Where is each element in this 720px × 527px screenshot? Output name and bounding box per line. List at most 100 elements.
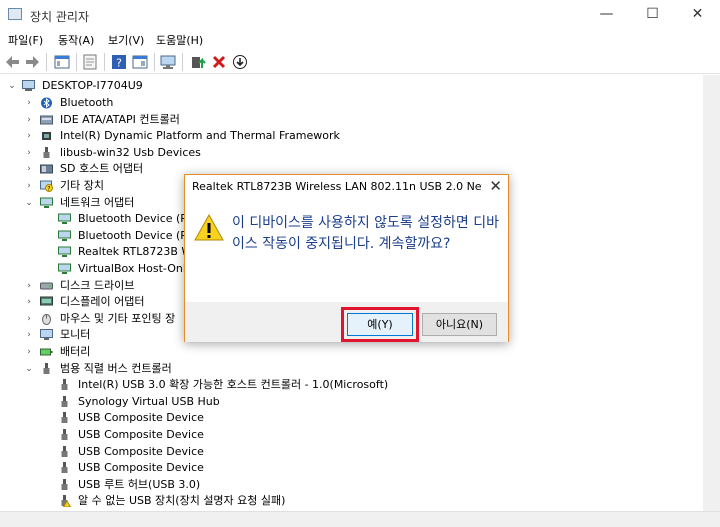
title-bar: 장치 관리자 — ☐ ✕: [0, 0, 720, 30]
usb-icon: [61, 395, 68, 407]
tree-item[interactable]: Intel(R) USB 3.0 확장 가능한 호스트 컨트롤러 - 1.0(M…: [0, 377, 700, 393]
menu-view[interactable]: 보기(V): [108, 32, 144, 48]
tree-item-label: USB Composite Device: [78, 461, 204, 475]
tree-item[interactable]: › libusb-win32 Usb Devices: [0, 145, 700, 161]
tree-item-label: IDE ATA/ATAPI 컨트롤러: [60, 112, 180, 126]
usb-icon: [43, 146, 50, 158]
expand-chevron-icon[interactable]: ›: [24, 95, 34, 111]
tree-item[interactable]: USB Composite Device: [0, 427, 700, 443]
update-driver-icon[interactable]: [190, 54, 206, 70]
tree-item[interactable]: USB 루트 허브(USB 3.0): [0, 477, 700, 493]
dialog-message: 이 디바이스를 사용하지 않도록 설정하면 디바이스 작동이 중지됩니다. 계속…: [232, 215, 499, 252]
sd-card-icon: [40, 164, 53, 174]
dialog-button-bar: 예(Y) 아니요(N): [185, 302, 508, 342]
tree-item[interactable]: › IDE ATA/ATAPI 컨트롤러: [0, 112, 700, 128]
minimize-button[interactable]: —: [584, 0, 629, 30]
horizontal-scrollbar[interactable]: [0, 511, 720, 527]
toolbar-separator: [154, 53, 155, 71]
scan-hardware-icon[interactable]: [160, 54, 176, 70]
battery-icon: [40, 348, 53, 356]
tree-item-label: Intel(R) USB 3.0 확장 가능한 호스트 컨트롤러 - 1.0(M…: [78, 378, 389, 392]
tree-item-label: 배터리: [60, 345, 91, 358]
network-adapter-icon: [58, 246, 71, 258]
tree-item-label: SD 호스트 어댑터: [60, 162, 144, 176]
disable-device-dialog: Realtek RTL8723B Wireless LAN 802.11n US…: [184, 174, 509, 342]
expand-chevron-icon[interactable]: ›: [24, 178, 34, 194]
collapse-chevron-icon[interactable]: ⌄: [7, 78, 17, 94]
uninstall-device-icon[interactable]: [211, 54, 227, 70]
warning-icon: [194, 213, 224, 241]
expand-chevron-icon[interactable]: ›: [24, 344, 34, 360]
dialog-title: Realtek RTL8723B Wireless LAN 802.11n US…: [192, 180, 482, 193]
tree-item-label: Bluetooth: [60, 96, 114, 109]
menu-help[interactable]: 도움말(H): [156, 32, 203, 48]
tree-item[interactable]: USB Composite Device: [0, 444, 700, 460]
network-adapter-icon: [58, 263, 71, 274]
tree-item-label: libusb-win32 Usb Devices: [60, 145, 201, 159]
dialog-close-button[interactable]: ✕: [489, 177, 502, 195]
forward-arrow-icon[interactable]: [24, 54, 40, 70]
disable-device-icon[interactable]: [232, 54, 248, 70]
chip-icon: [42, 132, 51, 141]
tree-root[interactable]: ⌄ DESKTOP-I7704U9: [0, 78, 700, 94]
expand-chevron-icon[interactable]: ›: [24, 294, 34, 310]
tree-item-label: 디스플레이 어댑터: [60, 295, 145, 309]
expand-chevron-icon[interactable]: ›: [24, 161, 34, 177]
tree-item[interactable]: Synology Virtual USB Hub: [0, 394, 700, 410]
network-adapter-icon: [58, 213, 71, 225]
expand-chevron-icon[interactable]: ›: [24, 145, 34, 161]
yes-button[interactable]: 예(Y): [347, 313, 413, 336]
menu-action[interactable]: 동작(A): [58, 32, 94, 48]
collapse-chevron-icon[interactable]: ⌄: [24, 195, 34, 211]
usb-icon: [61, 462, 68, 474]
maximize-button[interactable]: ☐: [630, 0, 675, 30]
tree-item-label: USB Composite Device: [78, 444, 204, 458]
menu-file[interactable]: 파일(F): [8, 32, 43, 48]
tree-item-label: 마우스 및 기타 포인팅 장: [60, 311, 176, 325]
expand-chevron-icon[interactable]: ›: [24, 112, 34, 128]
close-button[interactable]: ✕: [675, 0, 720, 30]
tree-item[interactable]: 알 수 없는 USB 장치(장치 설명자 요청 실패): [0, 493, 700, 509]
svg-text:?: ?: [116, 57, 122, 70]
tree-item[interactable]: › Bluetooth: [0, 95, 700, 111]
tree-item[interactable]: USB Composite Device: [0, 410, 700, 426]
network-icon: [40, 197, 53, 208]
expand-chevron-icon[interactable]: ›: [24, 278, 34, 294]
device-manager-icon: [8, 8, 22, 20]
tree-item[interactable]: USB Composite Device: [0, 460, 700, 476]
tree-item-label: 범용 직렬 버스 컨트롤러: [60, 361, 172, 375]
action-pane-icon[interactable]: [132, 54, 148, 70]
tree-item-label: USB 루트 허브(USB 3.0): [78, 477, 201, 491]
show-hide-console-tree-icon[interactable]: [54, 54, 70, 70]
usb-icon: [61, 478, 68, 490]
bluetooth-icon: [41, 97, 52, 109]
toolbar: ?: [0, 50, 720, 74]
collapse-chevron-icon[interactable]: ⌄: [24, 361, 34, 377]
tree-item[interactable]: › Intel(R) Dynamic Platform and Thermal F…: [0, 128, 700, 144]
toolbar-separator: [46, 53, 47, 71]
toolbar-separator: [182, 53, 183, 71]
expand-chevron-icon[interactable]: ›: [24, 311, 34, 327]
expand-chevron-icon[interactable]: ›: [24, 128, 34, 144]
toolbar-separator: [104, 53, 105, 71]
toolbar-separator: [76, 53, 77, 71]
tree-item-label: VirtualBox Host-Only: [78, 262, 193, 275]
display-adapter-icon: [40, 296, 53, 306]
expand-chevron-icon[interactable]: ›: [24, 327, 34, 343]
tree-item-label: Intel(R) Dynamic Platform and Thermal Fr…: [60, 129, 340, 143]
usb-icon: [43, 362, 50, 374]
back-arrow-icon[interactable]: [5, 54, 21, 70]
usb-warning-icon: [61, 495, 71, 508]
tree-item[interactable]: › 배터리: [0, 344, 700, 360]
tree-item-label: 디스크 드라이브: [60, 278, 135, 292]
usb-icon: [61, 412, 68, 424]
no-button[interactable]: 아니요(N): [422, 313, 497, 336]
menu-bar: 파일(F) 동작(A) 보기(V) 도움말(H): [0, 30, 720, 50]
properties-icon[interactable]: [82, 54, 98, 70]
disk-drive-icon: [40, 282, 53, 290]
vertical-scrollbar[interactable]: [703, 75, 720, 511]
usb-icon: [61, 379, 68, 391]
tree-item[interactable]: ⌄ 범용 직렬 버스 컨트롤러: [0, 361, 700, 377]
tree-item-label: 기타 장치: [60, 179, 104, 192]
help-icon[interactable]: ?: [111, 54, 127, 70]
